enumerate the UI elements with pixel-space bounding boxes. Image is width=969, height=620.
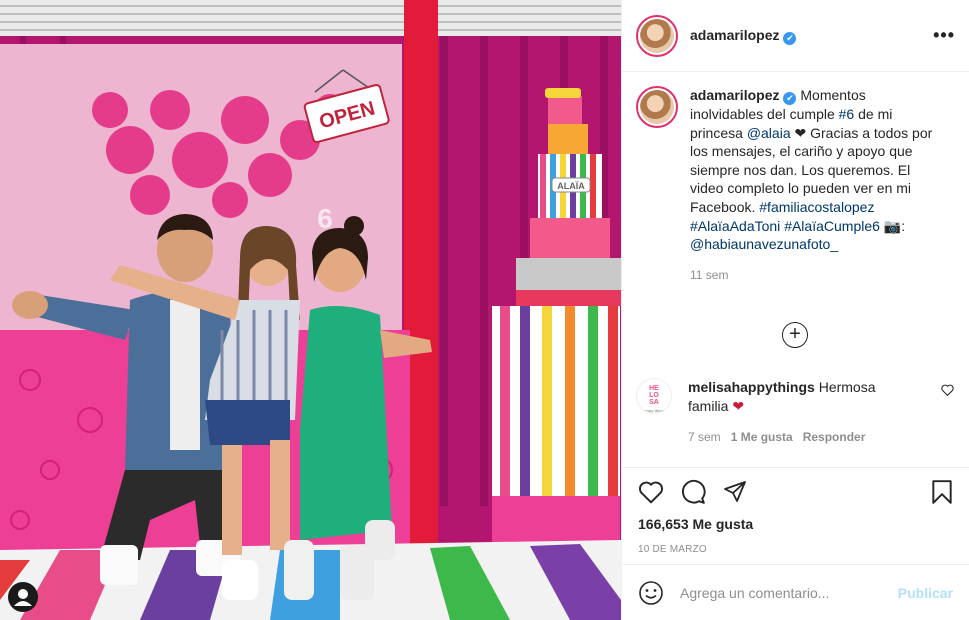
author-username[interactable]: adamarilopez <box>690 27 779 43</box>
bookmark-icon[interactable] <box>931 479 953 505</box>
post-side-panel: adamarilopez ✔ ••• adamarilopez ✔ Momentos… <box>621 0 969 620</box>
comment-body: melisahappythings Hermosa familia ❤ 7 se… <box>688 378 908 447</box>
comment-item: HE LO SA happy things melisahappythings … <box>636 378 954 447</box>
comment-username[interactable]: melisahappythings <box>688 379 815 395</box>
comment-avatar[interactable]: HE LO SA happy things <box>636 378 672 414</box>
publish-button[interactable]: Publicar <box>898 585 953 601</box>
comment-composer: Publicar <box>622 564 969 620</box>
heart-icon[interactable] <box>638 480 664 504</box>
avatar-text: SA <box>649 399 659 406</box>
caption-verified-badge-icon: ✔ <box>783 92 797 105</box>
avatar-text: LO <box>649 392 659 399</box>
hashtag-link[interactable]: #6 <box>839 106 855 122</box>
comment-like-heart-icon[interactable] <box>941 384 954 399</box>
comment-input[interactable] <box>680 584 898 601</box>
avatar-text: HE <box>649 385 659 392</box>
photo-illustration: OPEN 6 ALAÏA <box>0 0 621 620</box>
plus-circle-icon[interactable]: + <box>782 322 808 348</box>
comment-likes[interactable]: 1 Me gusta <box>731 430 793 444</box>
reply-button[interactable]: Responder <box>803 430 866 444</box>
caption-author-avatar[interactable] <box>636 86 678 128</box>
emoji-icon[interactable] <box>638 580 664 606</box>
post-header: adamarilopez ✔ ••• <box>622 0 969 72</box>
hashtag-link[interactable]: #AlaïaAdaToni <box>690 218 780 234</box>
user-tag-glyph <box>14 589 32 606</box>
post-photo[interactable]: OPEN 6 ALAÏA <box>0 0 621 620</box>
comment-icon[interactable] <box>680 479 706 505</box>
share-icon[interactable] <box>722 480 748 504</box>
heart-emoji: ❤ <box>732 397 745 414</box>
comment-meta: 7 sem 1 Me gusta Responder <box>688 428 908 447</box>
verified-badge-icon: ✔ <box>783 31 797 45</box>
hashtag-link[interactable]: #familiacostalopez <box>759 199 874 215</box>
post-actions: 166,653 Me gusta 10 DE MARZO <box>622 467 969 564</box>
comment-age: 7 sem <box>688 430 721 445</box>
heart-outline-icon <box>941 384 954 397</box>
caption-timestamp: 11 sem <box>690 267 729 282</box>
caption-text: adamarilopez ✔ Momentos inolvidables del … <box>690 86 940 284</box>
author-block: adamarilopez ✔ <box>690 27 797 45</box>
instagram-post-view: OPEN 6 ALAÏA adamarilopez ✔ ••• adamaril… <box>0 0 969 620</box>
caption-row: adamarilopez ✔ Momentos inolvidables del … <box>636 86 953 284</box>
caption-part: 📷: <box>879 217 906 234</box>
comments-area: adamarilopez ✔ Momentos inolvidables del … <box>622 72 969 467</box>
mention-link[interactable]: @alaia <box>747 125 791 141</box>
user-tag-icon[interactable] <box>8 582 38 612</box>
hashtag-link[interactable]: #AlaïaCumple6 <box>784 218 880 234</box>
action-icons-row <box>638 478 953 506</box>
author-avatar[interactable] <box>636 14 678 57</box>
like-count[interactable]: 166,653 Me gusta <box>638 516 953 532</box>
cake-label: ALAÏA <box>557 181 585 191</box>
avatar-text: happy things <box>641 408 667 413</box>
caption-author-username[interactable]: adamarilopez <box>690 87 779 103</box>
more-options-icon[interactable]: ••• <box>933 25 955 46</box>
post-date: 10 DE MARZO <box>638 544 707 555</box>
mention-link[interactable]: @habiaunavezunafoto_ <box>690 236 838 252</box>
